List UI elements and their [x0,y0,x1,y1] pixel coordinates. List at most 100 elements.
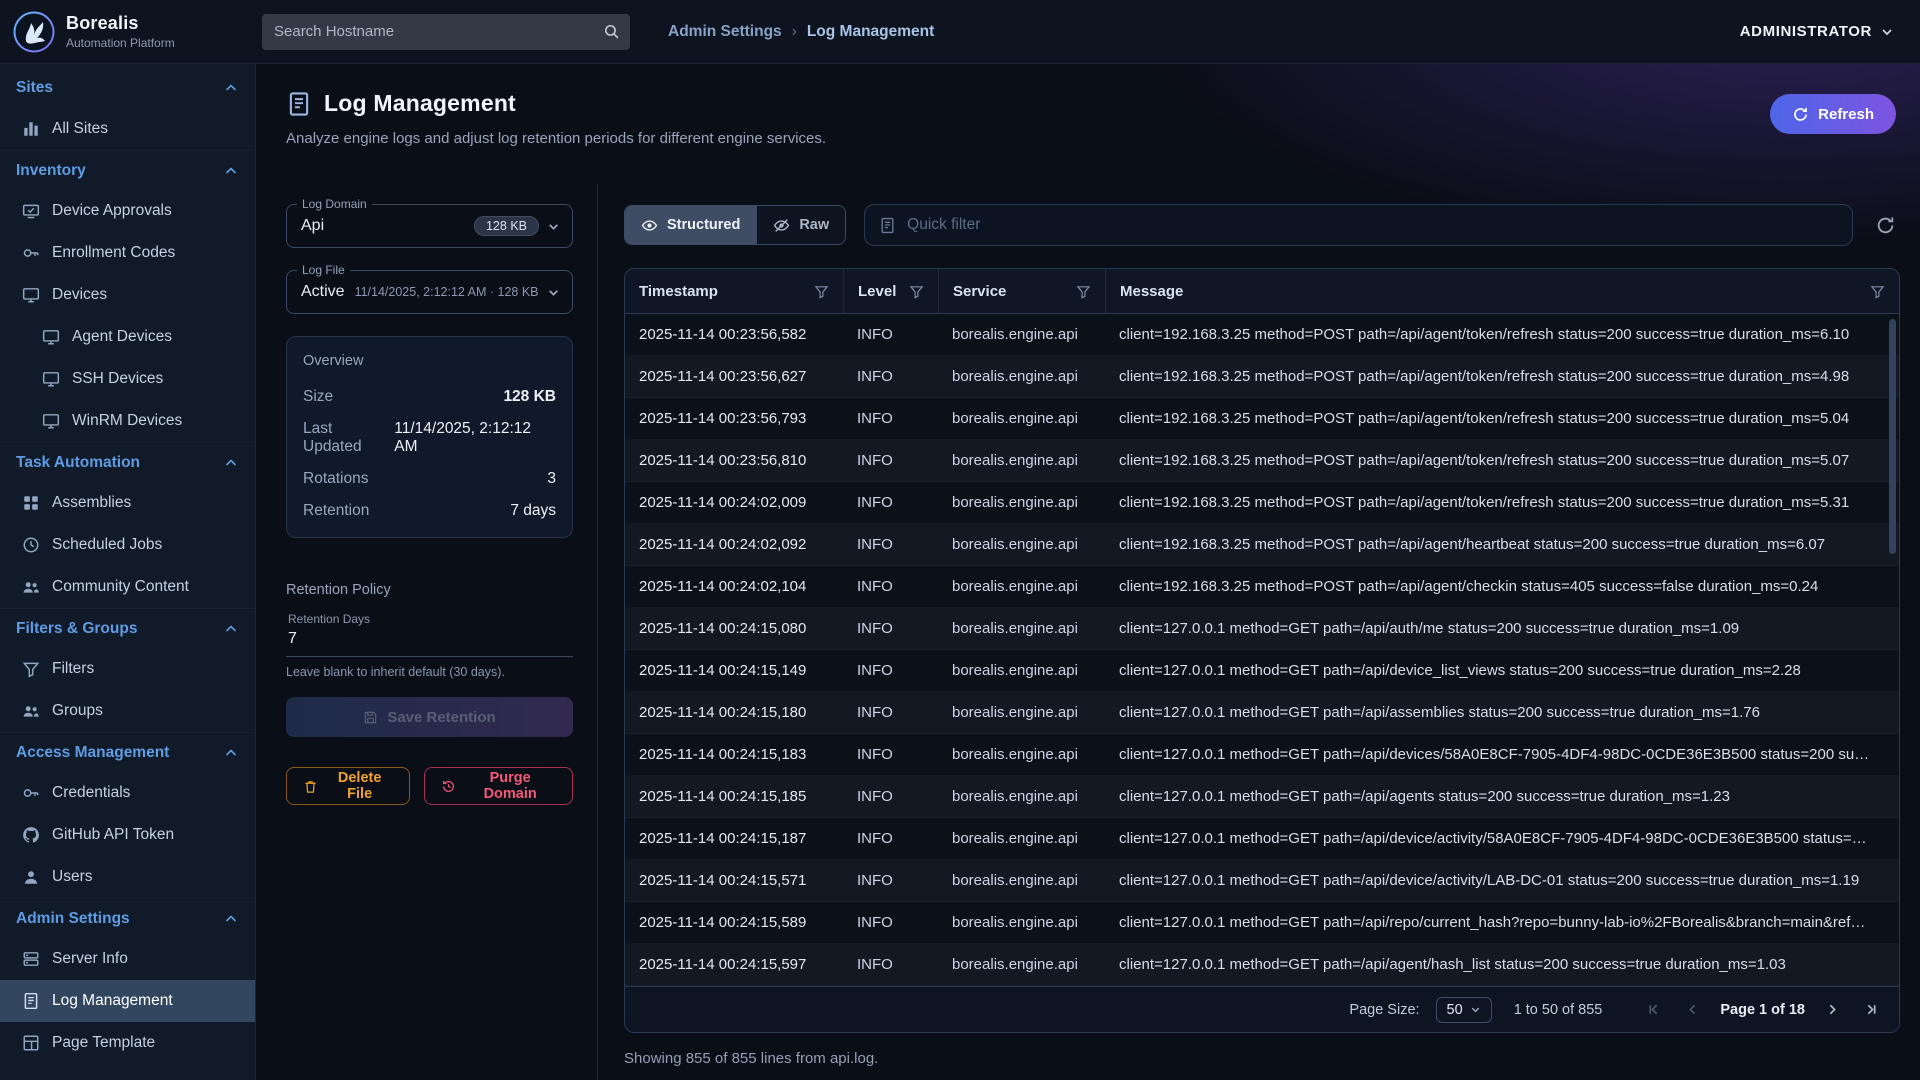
sidebar-section-access-management[interactable]: Access Management [0,732,255,772]
sidebar-item-users[interactable]: Users [0,856,255,898]
sidebar-item-devices[interactable]: Devices [0,274,255,316]
last-page-button[interactable] [1860,998,1883,1021]
table-row[interactable]: 2025-11-14 00:24:15,185INFOborealis.engi… [625,776,1899,818]
sidebar-item-assemblies[interactable]: Assemblies [0,482,255,524]
table-row[interactable]: 2025-11-14 00:24:15,589INFOborealis.engi… [625,902,1899,944]
first-page-button[interactable] [1642,998,1665,1021]
retention-days-input[interactable] [288,630,571,648]
overview-label: Last Updated [303,420,394,456]
breadcrumb-current: Log Management [807,23,934,41]
table-row[interactable]: 2025-11-14 00:24:15,183INFOborealis.engi… [625,734,1899,776]
cell-level: INFO [843,788,938,805]
delete-file-button[interactable]: Delete File [286,767,410,805]
filter-funnel-icon[interactable] [814,284,829,299]
table-row[interactable]: 2025-11-14 00:24:15,080INFOborealis.engi… [625,608,1899,650]
table-row[interactable]: 2025-11-14 00:24:15,571INFOborealis.engi… [625,860,1899,902]
log-file-select[interactable]: Log File Active 11/14/2025, 2:12:12 AM ·… [286,270,573,314]
sidebar-item-winrm-devices[interactable]: WinRM Devices [0,400,255,442]
sidebar-item-ssh-devices[interactable]: SSH Devices [0,358,255,400]
sidebar-item-scheduled-jobs[interactable]: Scheduled Jobs [0,524,255,566]
refresh-label: Refresh [1818,106,1874,123]
column-header-level[interactable]: Level [843,269,938,313]
column-header-service[interactable]: Service [938,269,1105,313]
sidebar-item-log-management[interactable]: Log Management [0,980,255,1022]
chevron-down-icon [547,220,560,233]
retention-days-field[interactable]: Retention Days [286,608,573,657]
sidebar-section-task-automation[interactable]: Task Automation [0,442,255,482]
table-row[interactable]: 2025-11-14 00:24:02,104INFOborealis.engi… [625,566,1899,608]
refresh-button[interactable]: Refresh [1770,94,1896,134]
table-row[interactable]: 2025-11-14 00:23:56,582INFOborealis.engi… [625,314,1899,356]
hostname-search[interactable] [262,14,630,50]
table-row[interactable]: 2025-11-14 00:24:15,187INFOborealis.engi… [625,818,1899,860]
page-size-select[interactable]: 50 [1436,997,1492,1023]
user-menu[interactable]: ADMINISTRATOR [1740,23,1894,40]
column-header-timestamp[interactable]: Timestamp [625,269,843,313]
sidebar-item-device-approvals[interactable]: Device Approvals [0,190,255,232]
prev-page-button[interactable] [1681,998,1704,1021]
breadcrumb-admin-settings[interactable]: Admin Settings [668,23,782,41]
cell-message: client=127.0.0.1 method=GET path=/api/de… [1105,650,1899,692]
monitor-icon [22,286,40,304]
log-file-value: Active [301,283,345,301]
search-input[interactable] [274,23,603,40]
cell-timestamp: 2025-11-14 00:24:15,183 [625,746,843,763]
sidebar-item-community-content[interactable]: Community Content [0,566,255,608]
sidebar-item-page-template[interactable]: Page Template [0,1022,255,1064]
sidebar-section-admin-settings[interactable]: Admin Settings [0,898,255,938]
page-size-value: 50 [1447,1002,1463,1018]
cell-level: INFO [843,410,938,427]
page-size-label: Page Size: [1349,1002,1419,1018]
filter-funnel-icon[interactable] [1076,284,1091,299]
table-row[interactable]: 2025-11-14 00:23:56,793INFOborealis.engi… [625,398,1899,440]
sidebar-item-label: Enrollment Codes [52,244,175,262]
purge-domain-button[interactable]: Purge Domain [424,767,573,805]
filter-funnel-icon[interactable] [1870,284,1885,299]
brand[interactable]: Borealis Automation Platform [0,10,256,54]
raw-toggle[interactable]: Raw [756,206,845,244]
filter-funnel-icon[interactable] [909,284,924,299]
table-row[interactable]: 2025-11-14 00:23:56,810INFOborealis.engi… [625,440,1899,482]
sidebar-section-inventory[interactable]: Inventory [0,150,255,190]
cell-message: client=127.0.0.1 method=GET path=/api/de… [1105,734,1899,776]
clock-icon [22,536,40,554]
cell-timestamp: 2025-11-14 00:23:56,582 [625,326,843,343]
view-mode-toggle: Structured Raw [624,205,846,245]
sidebar-item-credentials[interactable]: Credentials [0,772,255,814]
sidebar-item-agent-devices[interactable]: Agent Devices [0,316,255,358]
table-row[interactable]: 2025-11-14 00:24:15,180INFOborealis.engi… [625,692,1899,734]
purge-domain-label: Purge Domain [464,770,556,802]
structured-toggle[interactable]: Structured [625,206,756,244]
log-domain-select[interactable]: Log Domain Api 128 KB [286,204,573,248]
table-row[interactable]: 2025-11-14 00:24:02,009INFOborealis.engi… [625,482,1899,524]
next-page-button[interactable] [1821,998,1844,1021]
app-subtitle: Automation Platform [66,36,175,50]
sidebar-section-sites[interactable]: Sites [0,68,255,108]
quick-filter[interactable] [864,204,1853,246]
sidebar-item-filters[interactable]: Filters [0,648,255,690]
sidebar-item-server-info[interactable]: Server Info [0,938,255,980]
borealis-logo-icon [12,10,56,54]
table-row[interactable]: 2025-11-14 00:23:56,627INFOborealis.engi… [625,356,1899,398]
table-refresh-button[interactable] [1871,211,1900,240]
sidebar-section-filters-groups[interactable]: Filters & Groups [0,608,255,648]
quick-filter-input[interactable] [907,216,1838,234]
monitor-icon [42,412,60,430]
sidebar-item-label: Credentials [52,784,130,802]
cell-message: client=192.168.3.25 method=POST path=/ap… [1105,356,1899,398]
save-retention-button[interactable]: Save Retention [286,697,573,737]
sidebar-item-enrollment-codes[interactable]: Enrollment Codes [0,232,255,274]
sidebar-item-groups[interactable]: Groups [0,690,255,732]
table-row[interactable]: 2025-11-14 00:24:15,149INFOborealis.engi… [625,650,1899,692]
log-icon [22,992,40,1010]
sidebar-item-all-sites[interactable]: All Sites [0,108,255,150]
column-header-message[interactable]: Message [1105,269,1899,313]
cell-service: borealis.engine.api [938,494,1105,511]
table-row[interactable]: 2025-11-14 00:24:15,597INFOborealis.engi… [625,944,1899,986]
table-row[interactable]: 2025-11-14 00:24:02,092INFOborealis.engi… [625,524,1899,566]
grid-icon [22,494,40,512]
table-scrollbar[interactable] [1889,319,1896,554]
cell-level: INFO [843,452,938,469]
table-header: Timestamp Level [625,269,1899,314]
sidebar-item-github-api-token[interactable]: GitHub API Token [0,814,255,856]
